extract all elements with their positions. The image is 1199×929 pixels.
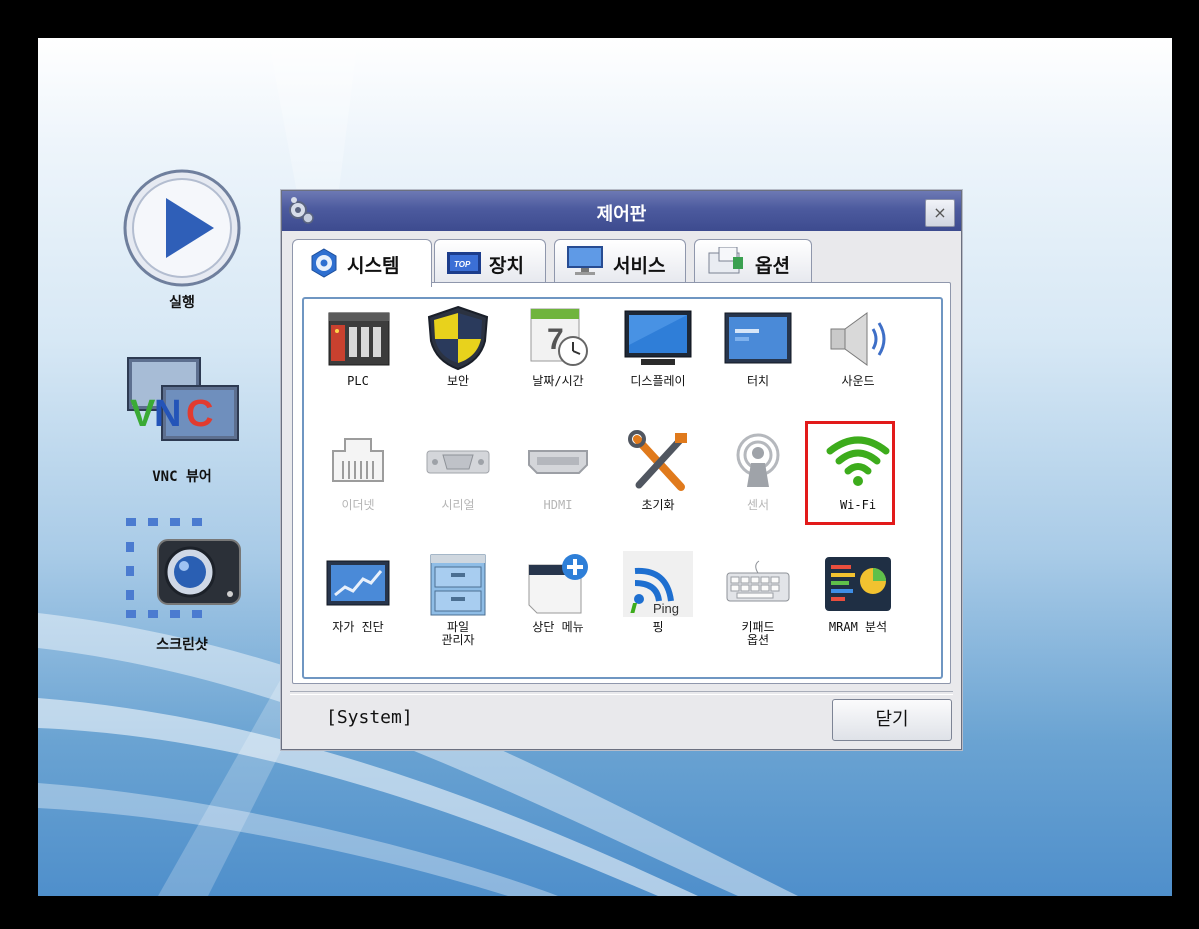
tab-option[interactable]: 옵션 — [694, 239, 812, 284]
play-icon — [123, 169, 241, 287]
touch-panel-icon — [724, 312, 792, 364]
settings-item-self-diagnosis[interactable]: 자가 진단 — [312, 551, 404, 634]
settings-item-sensor: 센서 — [712, 429, 804, 512]
close-button[interactable]: 닫기 — [832, 699, 952, 741]
run-desktop-icon[interactable]: 실행 — [122, 168, 242, 312]
top-menu-add-icon — [528, 554, 588, 614]
settings-item-label: 시리얼 — [441, 498, 475, 512]
keyboard-icon — [726, 560, 790, 602]
svg-text:N: N — [154, 393, 181, 435]
top-device-icon: TOP — [447, 252, 481, 274]
settings-item-label: 파일 관리자 — [441, 620, 475, 647]
calendar-clock-icon: 7 — [530, 308, 588, 366]
close-icon: × — [933, 203, 947, 222]
settings-item-serial: 시리얼 — [412, 429, 504, 512]
settings-item-label: 자가 진단 — [332, 620, 384, 634]
settings-item-label: 핑 — [652, 620, 664, 634]
settings-item-sound[interactable]: 사운드 — [812, 305, 904, 388]
settings-item-mram-analysis[interactable]: MRAM 분석 — [812, 551, 904, 634]
settings-item-ethernet: 이더넷 — [312, 429, 404, 512]
tab-option-label: 옵션 — [755, 255, 790, 277]
footer-divider — [290, 691, 953, 695]
settings-item-touch[interactable]: 터치 — [712, 305, 804, 388]
plc-icon — [328, 312, 390, 366]
shield-icon — [427, 305, 489, 371]
settings-item-reset[interactable]: 초기화 — [612, 429, 704, 512]
ethernet-port-icon — [332, 438, 384, 482]
ping-badge: Ping — [653, 601, 679, 616]
settings-item-keypad-option[interactable]: 키패드 옵션 — [712, 551, 804, 647]
screenshot-desktop-icon[interactable]: 스크린샷 — [122, 514, 242, 654]
dialog-titlebar[interactable]: 제어판 × — [282, 191, 961, 231]
gear-icon — [311, 248, 337, 278]
settings-item-label: 이더넷 — [341, 498, 375, 512]
settings-item-datetime[interactable]: 7 날짜/시간 — [512, 305, 604, 388]
option-icon — [708, 247, 743, 274]
settings-item-hdmi: HDMI — [512, 429, 604, 512]
tools-icon — [628, 430, 687, 491]
screenshot-label: 스크린샷 — [156, 637, 208, 653]
ping-icon: Ping — [623, 551, 693, 617]
settings-item-label: 키패드 옵션 — [741, 620, 775, 647]
tab-service[interactable]: 서비스 — [554, 239, 686, 284]
serial-port-icon — [426, 450, 490, 474]
settings-item-label: 상단 메뉴 — [532, 620, 584, 634]
monitor-icon — [624, 310, 692, 365]
svg-text:V: V — [130, 393, 156, 435]
svg-text:C: C — [186, 393, 213, 435]
speaker-icon — [830, 312, 886, 366]
settings-item-label: PLC — [347, 374, 369, 388]
run-label: 실행 — [169, 295, 195, 311]
settings-item-label: 초기화 — [641, 498, 675, 512]
settings-item-label: 사운드 — [841, 374, 875, 388]
settings-item-security[interactable]: 보안 — [412, 305, 504, 388]
wifi-highlight-box — [805, 421, 895, 525]
settings-item-ping[interactable]: Ping 핑 — [612, 551, 704, 634]
settings-item-label: 디스플레이 — [630, 374, 686, 388]
settings-item-file-manager[interactable]: 파일 관리자 — [412, 551, 504, 647]
diagnostic-chart-icon — [326, 560, 390, 606]
settings-item-label: 보안 — [446, 374, 470, 388]
tab-device[interactable]: TOP 장치 — [434, 239, 546, 284]
tab-system-label: 시스템 — [347, 255, 400, 277]
settings-item-label: MRAM 분석 — [828, 620, 888, 634]
hdmi-port-icon — [528, 450, 588, 474]
settings-item-label: HDMI — [543, 498, 573, 512]
settings-item-display[interactable]: 디스플레이 — [612, 305, 704, 388]
settings-item-label: 터치 — [746, 374, 770, 388]
mram-analysis-icon — [825, 557, 891, 611]
status-text: [System] — [326, 707, 413, 728]
svg-text:TOP: TOP — [454, 260, 471, 269]
camera-icon — [126, 518, 241, 618]
dialog-title: 제어판 — [596, 204, 647, 225]
dialog-close-button[interactable]: × — [925, 199, 955, 227]
vnc-icon: V N C — [127, 357, 239, 441]
tab-device-label: 장치 — [489, 255, 524, 277]
settings-grid: PLC 보안 7 날짜/시간 디스플레이 터치 사운드 이더넷 시리얼 HDMI… — [302, 297, 943, 679]
settings-item-top-menu[interactable]: 상단 메뉴 — [512, 551, 604, 634]
settings-item-label: 날짜/시간 — [532, 374, 584, 388]
vnc-viewer-label: VNC 뷰어 — [152, 469, 212, 485]
vnc-viewer-desktop-icon[interactable]: V N C VNC 뷰어 — [122, 356, 242, 486]
settings-item-plc[interactable]: PLC — [312, 305, 404, 388]
sensor-icon — [736, 433, 780, 487]
tab-system[interactable]: 시스템 — [292, 239, 432, 287]
file-cabinet-icon — [430, 554, 486, 616]
tab-content-panel: PLC 보안 7 날짜/시간 디스플레이 터치 사운드 이더넷 시리얼 HDMI… — [292, 282, 951, 684]
tab-service-label: 서비스 — [613, 255, 666, 277]
monitor-service-icon — [567, 246, 603, 275]
settings-item-label: 센서 — [746, 498, 770, 512]
control-panel-dialog: 제어판 × 시스템 TOP 장치 서비스 옵션 PLC 보안 7 날짜/시간 디… — [281, 190, 962, 750]
desktop-screen: 실행 V N C VNC 뷰어 스크린샷 제어판 × 시스템 TOP 장치 서비… — [38, 38, 1172, 896]
